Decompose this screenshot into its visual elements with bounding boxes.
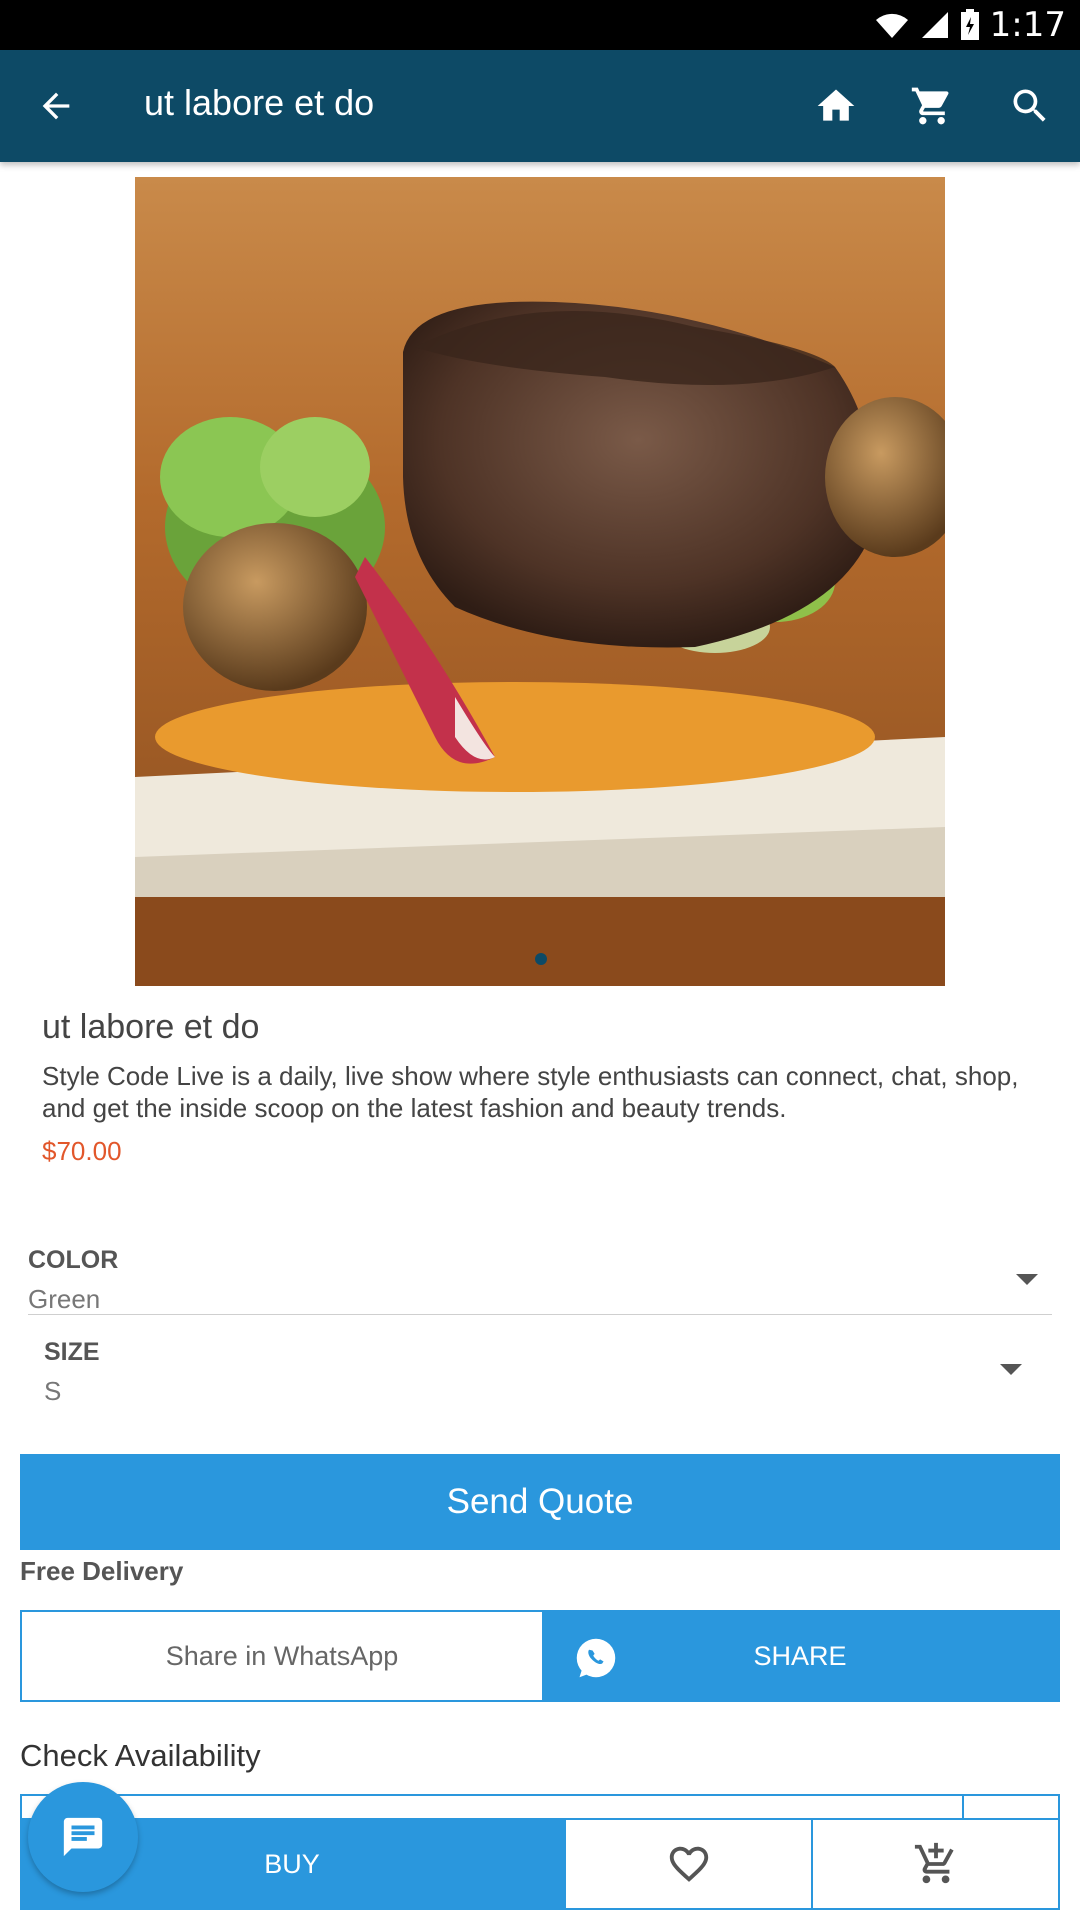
app-bar: ut labore et do <box>0 50 1080 162</box>
send-quote-button[interactable]: Send Quote <box>20 1454 1060 1550</box>
check-availability-title: Check Availability <box>20 1738 261 1773</box>
product-image[interactable] <box>135 177 945 986</box>
color-divider <box>28 1314 1052 1315</box>
product-description: Style Code Live is a daily, live show wh… <box>42 1061 1019 1123</box>
home-icon <box>817 89 855 121</box>
status-bar: 1:17 <box>0 0 1080 50</box>
share-label: SHARE <box>753 1640 847 1671</box>
color-label: COLOR <box>28 1246 119 1274</box>
add-to-cart-button[interactable] <box>813 1818 1060 1910</box>
free-delivery-label: Free Delivery <box>20 1556 184 1586</box>
bottom-action-bar: BUY <box>20 1818 1060 1910</box>
search-icon <box>1013 89 1046 122</box>
battery-icon <box>960 9 979 40</box>
product-photo <box>135 177 945 986</box>
heart-icon <box>669 1846 708 1882</box>
home-button[interactable] <box>804 78 868 134</box>
image-page-indicator <box>535 953 547 965</box>
status-icons: 1:17 <box>874 0 1066 50</box>
signal-icon <box>921 12 948 38</box>
share-button[interactable]: SHARE <box>542 1612 1058 1700</box>
size-value[interactable]: S <box>44 1376 61 1407</box>
size-dropdown-icon[interactable] <box>1000 1364 1022 1375</box>
product-price: $70.00 <box>42 1136 122 1166</box>
product-name: ut labore et do <box>42 1008 260 1046</box>
whatsapp-icon <box>576 1638 616 1678</box>
color-dropdown-icon[interactable] <box>1016 1274 1038 1285</box>
status-time: 1:17 <box>989 5 1066 45</box>
size-label: SIZE <box>44 1338 100 1366</box>
share-row: Share in WhatsApp SHARE <box>20 1610 1060 1702</box>
add-to-cart-icon <box>914 1842 954 1884</box>
wishlist-button[interactable] <box>564 1818 813 1910</box>
cart-icon <box>911 87 949 125</box>
color-value[interactable]: Green <box>28 1284 100 1315</box>
chat-icon <box>63 1817 103 1857</box>
back-arrow-icon <box>42 92 70 120</box>
chat-button[interactable] <box>28 1782 138 1892</box>
share-in-whatsapp-button[interactable]: Share in WhatsApp <box>22 1612 542 1700</box>
wifi-icon <box>875 13 908 38</box>
search-button[interactable] <box>998 78 1062 134</box>
cart-button[interactable] <box>900 78 964 134</box>
back-button[interactable] <box>24 78 88 134</box>
page-title: ut labore et do <box>144 82 375 123</box>
